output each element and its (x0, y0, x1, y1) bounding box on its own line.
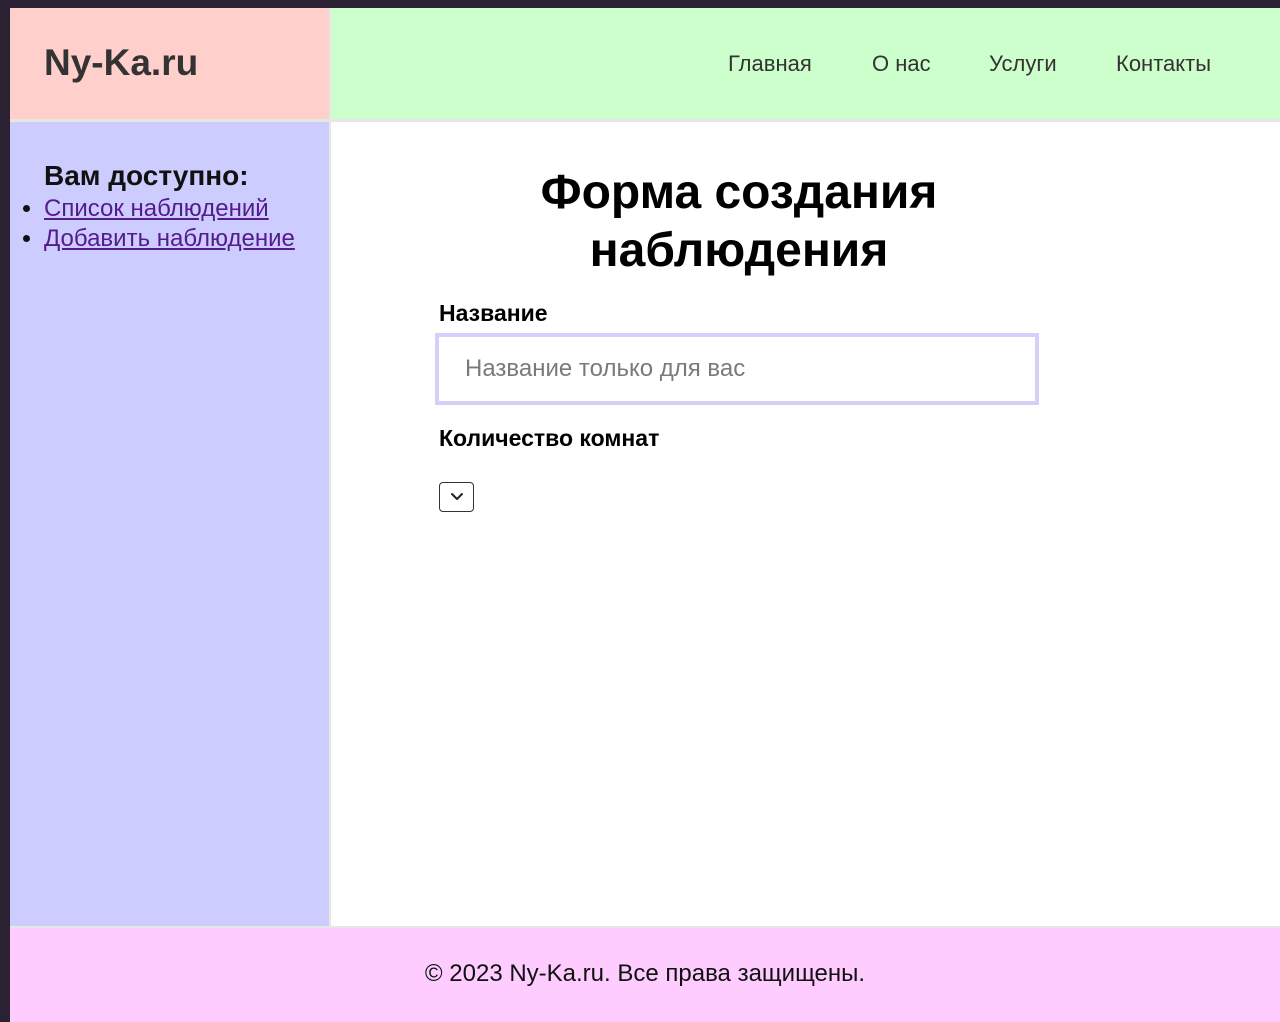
nav-link-contacts[interactable]: Контакты (1116, 51, 1211, 77)
name-label: Название (439, 300, 548, 326)
nav-link-services[interactable]: Услуги (989, 51, 1057, 77)
nav-link-about[interactable]: О нас (872, 51, 931, 77)
rooms-label: Количество комнат (439, 425, 660, 451)
site-logo[interactable]: Ny-Ka.ru (44, 42, 198, 84)
footer: © 2023 Ny-Ka.ru. Все права защищены. (10, 926, 1280, 1022)
add-observation-link[interactable]: Добавить наблюдение (44, 225, 295, 252)
copyright-text: © 2023 Ny-Ka.ru. Все права защищены. (424, 960, 866, 987)
sidebar-item-add-observation: Добавить наблюдение (44, 224, 304, 254)
header-brand-area: Ny-Ka.ru (10, 8, 331, 122)
name-input[interactable] (435, 333, 1039, 405)
chevron-down-icon (450, 493, 463, 500)
browser-page: Ny-Ka.ru Главная О нас Услуги Контакты В… (10, 8, 1280, 1022)
rooms-select[interactable] (439, 482, 474, 512)
observations-list-link[interactable]: Список наблюдений (44, 195, 269, 222)
page-title: Форма создания наблюдения (540, 166, 938, 277)
sidebar-menu: Список наблюдений Добавить наблюдение (10, 194, 304, 254)
main-content: Форма создания наблюдения Название Колич… (331, 122, 1280, 926)
sidebar-title: Вам доступно: (44, 160, 249, 191)
nav-link-home[interactable]: Главная (728, 51, 812, 77)
header-nav: Главная О нас Услуги Контакты (331, 8, 1280, 122)
sidebar: Вам доступно: Список наблюдений Добавить… (10, 122, 331, 926)
sidebar-item-observations-list: Список наблюдений (44, 194, 304, 224)
